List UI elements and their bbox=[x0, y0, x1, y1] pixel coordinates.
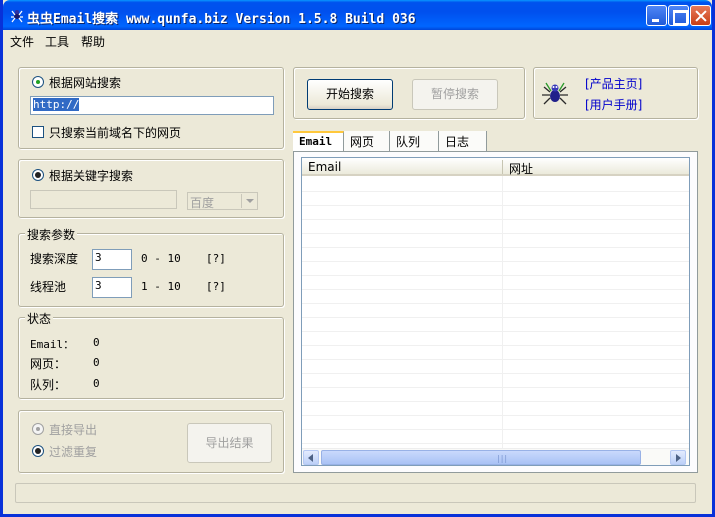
status-group: 状态 Email： 0 网页： 0 队列： 0 bbox=[18, 310, 284, 399]
search-control-group: 开始搜索 暂停搜索 bbox=[293, 67, 525, 119]
threads-range: 1 - 10 bbox=[141, 280, 181, 293]
only-current-domain-label[interactable]: 只搜索当前域名下的网页 bbox=[49, 124, 181, 141]
tab-queue[interactable]: 队列 bbox=[390, 131, 439, 151]
arrow-right-icon bbox=[676, 454, 681, 462]
scroll-left-button[interactable] bbox=[303, 450, 319, 465]
keyword-search-label[interactable]: 根据关键字搜索 bbox=[49, 167, 133, 184]
table-row bbox=[302, 402, 689, 416]
result-tabs: Email 网页 队列 日志 bbox=[293, 131, 593, 152]
horizontal-scrollbar[interactable]: ||| bbox=[302, 448, 689, 465]
table-row bbox=[302, 248, 689, 262]
depth-input[interactable]: 3 bbox=[92, 249, 132, 270]
depth-range: 0 - 10 bbox=[141, 252, 181, 265]
column-url[interactable]: 网址 bbox=[509, 160, 533, 177]
title-bar[interactable]: 虫虫Email搜索 www.qunfa.biz Version 1.5.8 Bu… bbox=[3, 0, 712, 30]
status-pages-label: 网页： bbox=[30, 357, 67, 371]
table-row bbox=[302, 304, 689, 318]
status-email-label: Email： bbox=[30, 338, 75, 351]
search-engine-select[interactable]: 百度 bbox=[187, 192, 258, 210]
url-input-value: http:// bbox=[33, 98, 80, 111]
table-row bbox=[302, 416, 689, 430]
filter-duplicates-radio[interactable] bbox=[32, 445, 44, 457]
export-group: 直接导出 过滤重复 导出结果 bbox=[18, 410, 284, 473]
status-queue-value: 0 bbox=[93, 377, 100, 390]
menu-tools[interactable]: 工具 bbox=[45, 33, 69, 50]
spider-app-icon bbox=[11, 10, 23, 23]
search-params-group: 搜索参数 搜索深度 3 0 - 10 [?] 线程池 3 1 - 10 [?] bbox=[18, 226, 284, 307]
table-row bbox=[302, 374, 689, 388]
column-email[interactable]: Email bbox=[308, 160, 341, 174]
spider-icon bbox=[542, 82, 568, 105]
filter-duplicates-label[interactable]: 过滤重复 bbox=[49, 443, 97, 460]
only-current-domain-checkbox[interactable] bbox=[32, 126, 44, 138]
table-row bbox=[302, 346, 689, 360]
homepage-link[interactable]: [产品主页] bbox=[585, 75, 642, 92]
table-header: Email 网址 bbox=[302, 158, 689, 176]
site-search-group: 根据网站搜索 http:// 只搜索当前域名下的网页 bbox=[18, 67, 284, 149]
table-row bbox=[302, 220, 689, 234]
table-row bbox=[302, 360, 689, 374]
tab-email[interactable]: Email bbox=[293, 131, 344, 151]
maximize-button[interactable] bbox=[668, 5, 689, 26]
search-params-title: 搜索参数 bbox=[25, 226, 78, 243]
table-row bbox=[302, 178, 689, 192]
email-results-table[interactable]: Email 网址 ||| bbox=[301, 157, 690, 466]
table-row bbox=[302, 332, 689, 346]
threads-input[interactable]: 3 bbox=[92, 277, 132, 298]
links-group: [产品主页] [用户手册] bbox=[533, 67, 698, 119]
menu-bar: 文件 工具 帮助 bbox=[3, 30, 712, 50]
status-title: 状态 bbox=[25, 310, 54, 327]
start-search-button[interactable]: 开始搜索 bbox=[307, 79, 393, 110]
table-row bbox=[302, 192, 689, 206]
grip-icon: ||| bbox=[497, 454, 509, 463]
threads-label: 线程池 bbox=[30, 280, 67, 294]
minimize-button[interactable] bbox=[646, 5, 667, 26]
app-window: 虫虫Email搜索 www.qunfa.biz Version 1.5.8 Bu… bbox=[0, 0, 715, 517]
close-button[interactable] bbox=[690, 5, 711, 26]
keyword-search-group: 根据关键字搜索 百度 bbox=[18, 159, 284, 218]
tab-log[interactable]: 日志 bbox=[439, 131, 487, 151]
column-divider[interactable] bbox=[502, 160, 503, 174]
depth-label: 搜索深度 bbox=[30, 252, 79, 266]
direct-export-radio[interactable] bbox=[32, 423, 44, 435]
export-results-button[interactable]: 导出结果 bbox=[187, 423, 272, 463]
pause-search-button[interactable]: 暂停搜索 bbox=[412, 79, 498, 110]
arrow-left-icon bbox=[308, 454, 313, 462]
direct-export-label[interactable]: 直接导出 bbox=[49, 421, 97, 438]
menu-help[interactable]: 帮助 bbox=[81, 33, 105, 50]
chevron-down-icon[interactable] bbox=[241, 194, 256, 208]
status-queue-label: 队列： bbox=[30, 378, 67, 392]
user-manual-link[interactable]: [用户手册] bbox=[585, 96, 642, 113]
status-email-value: 0 bbox=[93, 336, 100, 349]
menu-file[interactable]: 文件 bbox=[10, 33, 34, 50]
status-bar bbox=[15, 483, 696, 503]
table-row bbox=[302, 388, 689, 402]
site-search-label[interactable]: 根据网站搜索 bbox=[49, 74, 121, 91]
scrollbar-thumb[interactable]: ||| bbox=[321, 450, 641, 465]
scroll-right-button[interactable] bbox=[670, 450, 686, 465]
keyword-search-radio[interactable] bbox=[32, 169, 44, 181]
table-row bbox=[302, 430, 689, 444]
table-row bbox=[302, 206, 689, 220]
tab-pages[interactable]: 网页 bbox=[344, 131, 390, 151]
keyword-input[interactable] bbox=[30, 190, 177, 209]
table-row bbox=[302, 262, 689, 276]
url-input[interactable]: http:// bbox=[30, 96, 274, 115]
window-title: 虫虫Email搜索 www.qunfa.biz Version 1.5.8 Bu… bbox=[27, 12, 416, 27]
table-row bbox=[302, 234, 689, 248]
table-row bbox=[302, 318, 689, 332]
table-row bbox=[302, 290, 689, 304]
table-row bbox=[302, 276, 689, 290]
site-search-radio[interactable] bbox=[32, 76, 44, 88]
status-pages-value: 0 bbox=[93, 356, 100, 369]
search-engine-value: 百度 bbox=[190, 196, 215, 210]
depth-help-link[interactable]: [?] bbox=[206, 252, 226, 265]
threads-help-link[interactable]: [?] bbox=[206, 280, 226, 293]
